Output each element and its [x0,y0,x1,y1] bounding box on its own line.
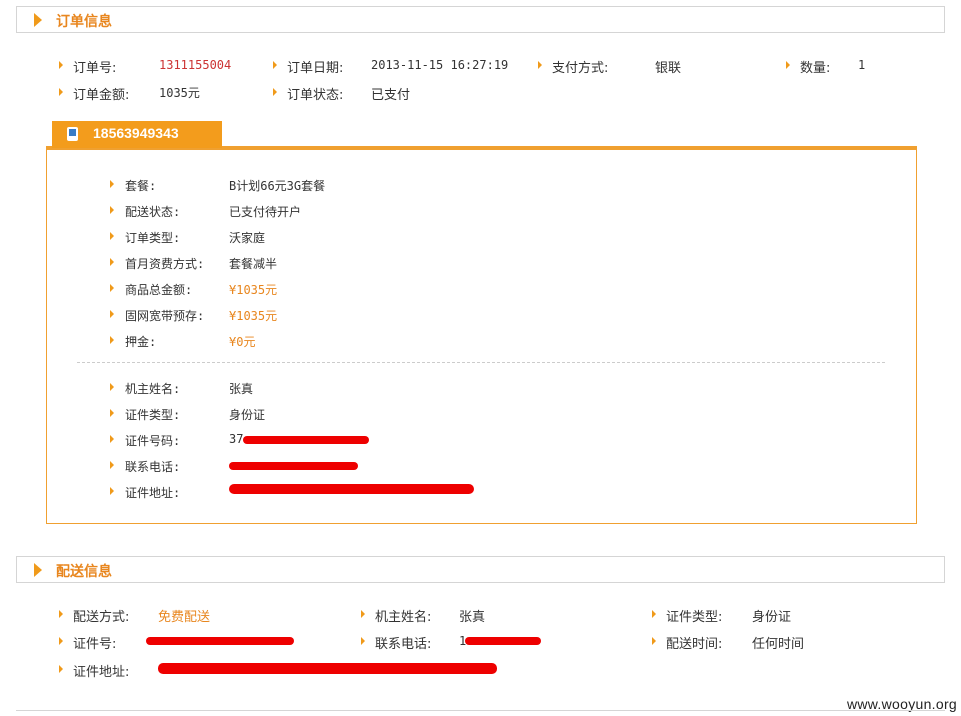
order-number-value: 1311155004 [159,58,232,72]
bullet-icon [110,310,114,318]
redaction-mark [229,462,358,470]
order-number-label: 订单号: [73,61,117,76]
bullet-icon [110,461,114,469]
chevron-right-icon [34,563,42,577]
redaction-mark [243,436,369,444]
divider [77,362,885,363]
bullet-icon [110,284,114,292]
plan-value: B计划66元3G套餐 [229,179,326,193]
owner-label: 证件类型: [125,408,181,422]
order-info-title: 订单信息 [56,14,112,30]
bullet-icon [59,88,63,96]
delivery-info-header: 配送信息 [16,556,945,583]
order-amount-value: 1035元 [159,86,200,100]
detail-label: 套餐: [125,179,157,193]
chevron-right-icon [34,13,42,27]
bullet-icon [361,610,365,618]
delivery-owner-name-value: 张真 [459,610,486,625]
delivery-method-value: 免费配送 [158,610,211,625]
bullet-icon [110,180,114,188]
total-amount-value: ¥1035元 [229,283,278,297]
order-type-value: 沃家庭 [229,231,266,245]
detail-label: 订单类型: [125,231,181,245]
redaction-mark [146,637,294,645]
redaction-mark [229,484,474,494]
quantity-label: 数量: [800,61,831,76]
bullet-icon [59,637,63,645]
first-month-fee-value: 套餐减半 [229,257,278,271]
delivery-label: 配送方式: [73,610,130,625]
delivery-label: 证件类型: [666,610,723,625]
bullet-icon [110,232,114,240]
delivery-label: 联系电话: [375,637,432,652]
owner-label: 证件地址: [125,486,181,500]
detail-label: 商品总金额: [125,283,193,297]
detail-label: 配送状态: [125,205,181,219]
redaction-mark [158,663,497,674]
phone-icon [67,127,78,141]
bottom-border [16,710,945,716]
bullet-icon [110,435,114,443]
id-number-value: 37 [229,432,244,446]
bullet-icon [652,637,656,645]
bullet-icon [110,409,114,417]
bullet-icon [110,258,114,266]
bullet-icon [652,610,656,618]
order-status-value: 已支付 [371,88,411,103]
delivery-info-title: 配送信息 [56,564,112,580]
owner-label: 证件号码: [125,434,181,448]
payment-method-value: 银联 [655,61,682,76]
detail-label: 固网宽带预存: [125,309,205,323]
bullet-icon [361,637,365,645]
owner-label: 机主姓名: [125,382,181,396]
delivery-time-value: 任何时间 [752,637,805,652]
bullet-icon [110,206,114,214]
bullet-icon [538,61,542,69]
phone-number: 18563949343 [93,125,179,141]
bullet-icon [59,610,63,618]
bullet-icon [110,487,114,495]
bullet-icon [786,61,790,69]
phone-number-tab[interactable]: 18563949343 [52,121,222,148]
detail-label: 押金: [125,335,157,349]
delivery-label: 证件号: [73,637,117,652]
bullet-icon [110,383,114,391]
bullet-icon [273,88,277,96]
owner-label: 联系电话: [125,460,181,474]
delivery-label: 证件地址: [73,665,130,680]
order-amount-label: 订单金额: [73,88,130,103]
broadband-prepay-value: ¥1035元 [229,309,278,323]
delivery-id-type-value: 身份证 [752,610,792,625]
detail-label: 首月资费方式: [125,257,205,271]
bullet-icon [273,61,277,69]
quantity-value: 1 [858,58,866,72]
delivery-label: 配送时间: [666,637,723,652]
payment-method-label: 支付方式: [552,61,609,76]
delivery-status-value: 已支付待开户 [229,205,302,219]
order-date-value: 2013-11-15 16:27:19 [371,58,509,72]
id-type-value: 身份证 [229,408,266,422]
owner-name-value: 张真 [229,382,254,396]
order-info-header: 订单信息 [16,6,945,33]
order-date-label: 订单日期: [287,61,344,76]
redaction-mark [465,637,541,645]
bullet-icon [59,61,63,69]
order-status-label: 订单状态: [287,88,344,103]
delivery-label: 机主姓名: [375,610,432,625]
bullet-icon [59,665,63,673]
bullet-icon [110,336,114,344]
deposit-value: ¥0元 [229,335,256,349]
